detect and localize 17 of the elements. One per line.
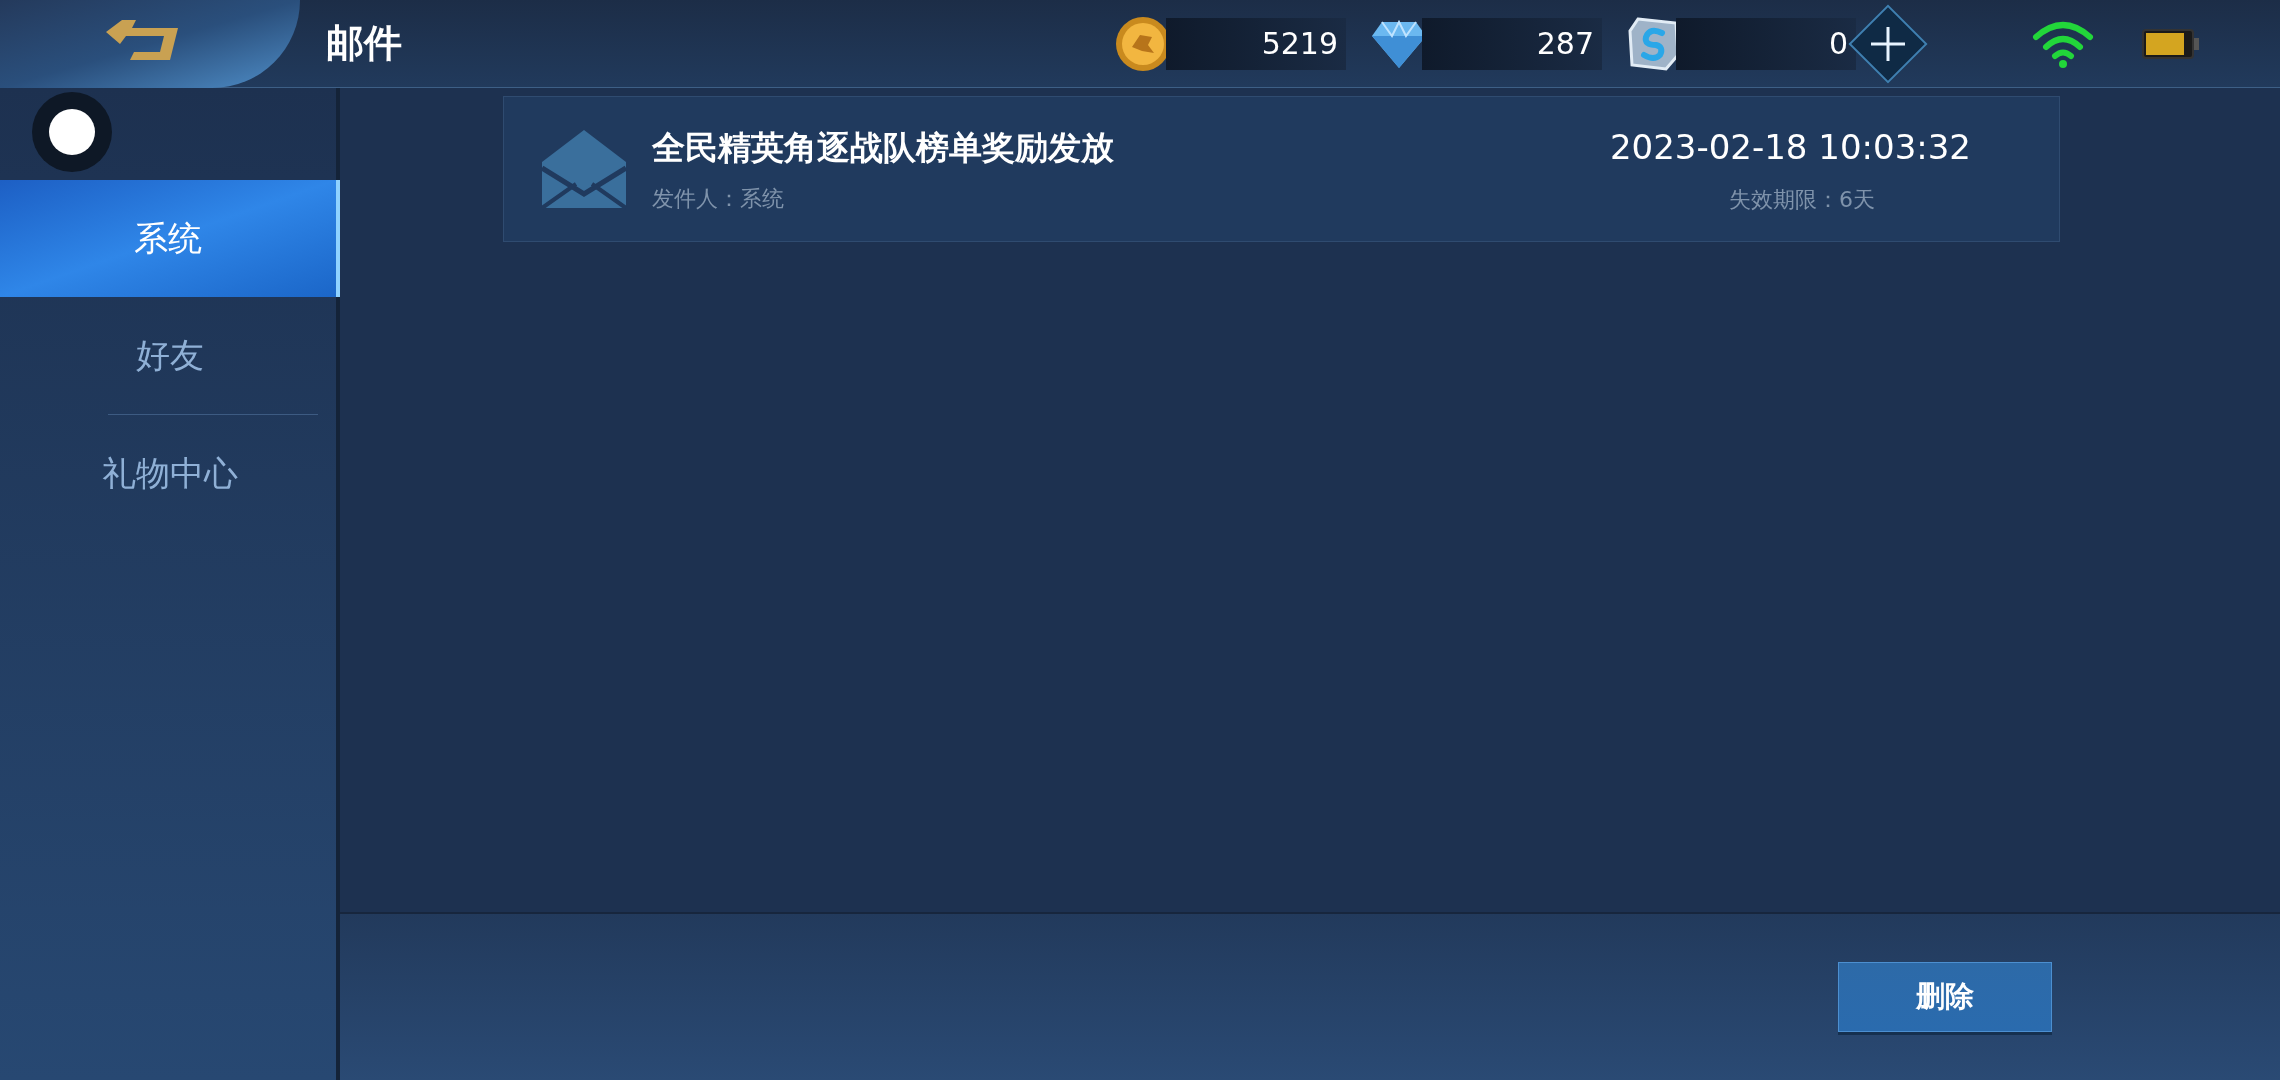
mail-card[interactable]: 全民精英角逐战队榜单奖励发放 发件人：系统 2023-02-18 10:03:32 失效期限：6天 — [503, 96, 2060, 242]
envelope-icon — [540, 128, 628, 210]
currency-amount: 0 — [1676, 17, 1856, 70]
battery-icon — [2142, 28, 2200, 59]
currency-amount: 287 — [1422, 17, 1602, 70]
back-button[interactable] — [0, 0, 300, 88]
mail-sender: 发件人：系统 — [652, 185, 785, 214]
mail-title: 全民精英角逐战队榜单奖励发放 — [652, 126, 1114, 169]
sidebar-tab[interactable]: 好友 — [0, 297, 340, 414]
delete-button[interactable]: 删除 — [1838, 962, 2052, 1032]
page-title: 邮件 — [326, 20, 402, 67]
mail-time: 2023-02-18 10:03:32 — [1609, 126, 1971, 169]
plus-icon — [1869, 24, 1907, 63]
sidebar-tab[interactable]: 系统 — [0, 180, 340, 297]
currency-amount: 5219 — [1166, 17, 1346, 70]
sidebar-tab[interactable]: 礼物中心 — [0, 415, 340, 532]
mail-expiry: 失效期限：6天 — [1729, 186, 1875, 214]
